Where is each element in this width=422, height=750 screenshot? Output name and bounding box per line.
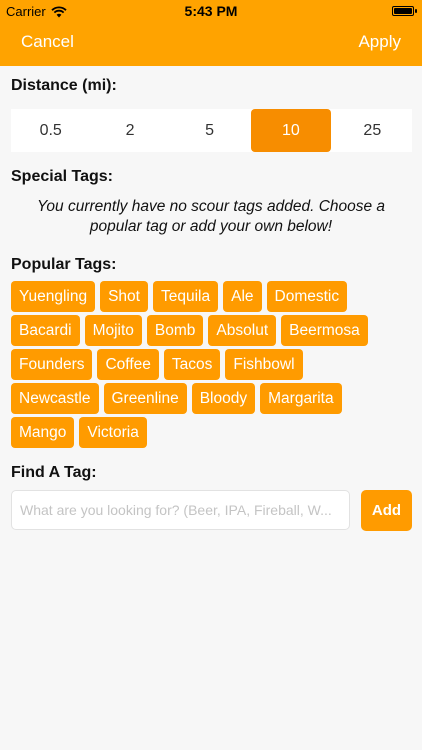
- popular-tag[interactable]: Victoria: [79, 417, 147, 448]
- popular-tag[interactable]: Bloody: [191, 383, 256, 414]
- distance-option[interactable]: 10: [251, 109, 331, 152]
- empty-tags-message: You currently have no scour tags added. …: [36, 198, 386, 235]
- tag-row: Bacardi Mojito Bomb Absolut Beermosa: [11, 315, 416, 346]
- popular-tag[interactable]: Bomb: [146, 315, 204, 346]
- popular-tag[interactable]: Newcastle: [11, 383, 99, 414]
- special-tags-title: Special Tags:: [11, 168, 113, 185]
- find-tag-title: Find A Tag:: [11, 464, 97, 481]
- popular-tag[interactable]: Mojito: [84, 315, 142, 346]
- distance-option[interactable]: 5: [170, 109, 249, 152]
- popular-tag[interactable]: Tequila: [152, 281, 219, 312]
- popular-tag[interactable]: Coffee: [97, 349, 159, 380]
- tag-row: Founders Coffee Tacos Fishbowl: [11, 349, 416, 380]
- status-bar: Carrier 5:43 PM: [0, 0, 422, 22]
- battery-icon: [392, 6, 417, 16]
- distance-option[interactable]: 2: [90, 109, 169, 152]
- popular-tag[interactable]: Absolut: [208, 315, 277, 346]
- popular-tag[interactable]: Fishbowl: [225, 349, 303, 380]
- tag-search-input[interactable]: [11, 490, 350, 530]
- tag-row: Newcastle Greenline Bloody Margarita: [11, 383, 416, 414]
- popular-tag[interactable]: Domestic: [266, 281, 348, 312]
- battery-fill: [394, 8, 412, 14]
- tag-row: Mango Victoria: [11, 417, 416, 448]
- apply-button[interactable]: Apply: [358, 32, 401, 52]
- popular-tag[interactable]: Greenline: [103, 383, 187, 414]
- distance-title: Distance (mi):: [11, 77, 117, 94]
- distance-option[interactable]: 25: [333, 109, 412, 152]
- cancel-button[interactable]: Cancel: [21, 32, 74, 52]
- popular-tag[interactable]: Mango: [11, 417, 75, 448]
- status-time: 5:43 PM: [184, 3, 238, 19]
- popular-tag[interactable]: Tacos: [163, 349, 221, 380]
- distance-option[interactable]: 0.5: [11, 109, 90, 152]
- popular-tag[interactable]: Yuengling: [11, 281, 96, 312]
- distance-segmented-control: 0.5 2 5 10 25: [11, 109, 412, 152]
- popular-tag[interactable]: Beermosa: [281, 315, 368, 346]
- popular-tag[interactable]: Founders: [11, 349, 93, 380]
- popular-tags-list: Yuengling Shot Tequila Ale Domestic Bacardi Mo…: [11, 281, 416, 451]
- add-tag-button[interactable]: Add: [361, 490, 412, 531]
- popular-tags-title: Popular Tags:: [11, 256, 117, 273]
- tag-row: Yuengling Shot Tequila Ale Domestic: [11, 281, 416, 312]
- navigation-bar: Carrier 5:43 PM Cancel Apply: [0, 0, 422, 66]
- popular-tag[interactable]: Ale: [223, 281, 262, 312]
- popular-tag[interactable]: Shot: [100, 281, 148, 312]
- popular-tag[interactable]: Margarita: [260, 383, 342, 414]
- popular-tag[interactable]: Bacardi: [11, 315, 80, 346]
